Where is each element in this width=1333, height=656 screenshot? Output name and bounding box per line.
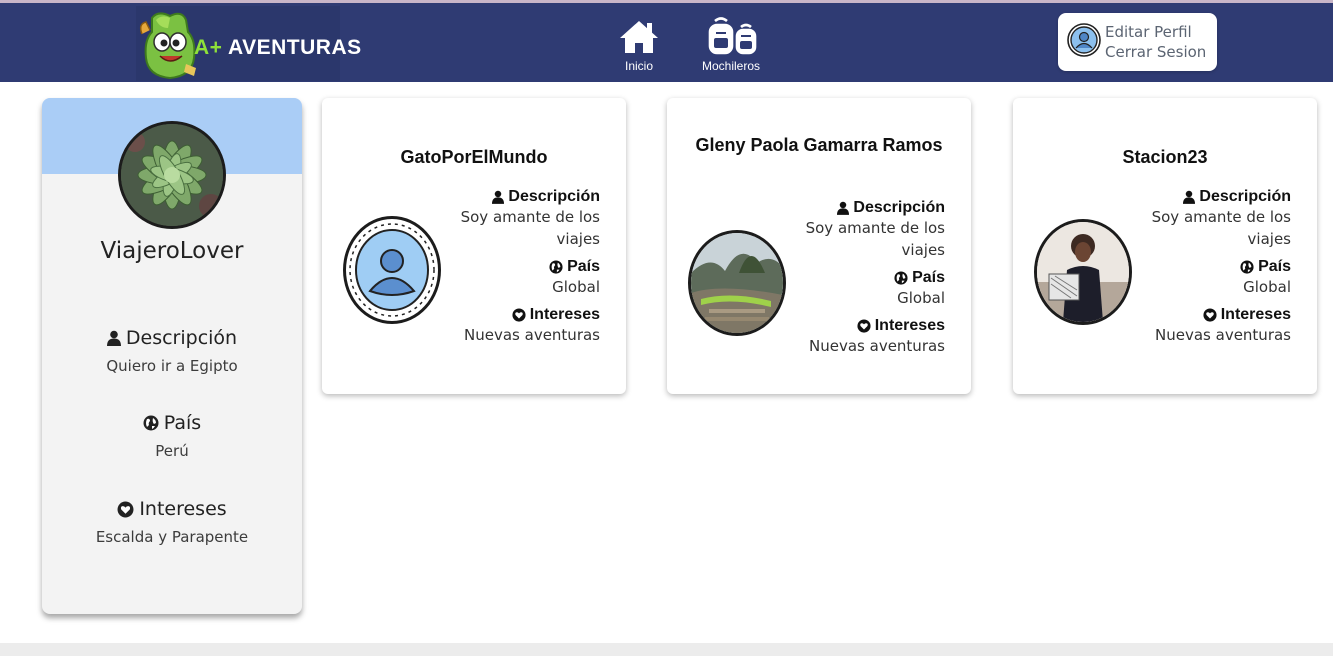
backpacks-icon: [708, 17, 757, 55]
interests-value: Nuevas aventuras: [1155, 326, 1291, 344]
user-icon: [1183, 190, 1196, 204]
logout-link[interactable]: Cerrar Sesion: [1105, 43, 1206, 61]
user-avatar-icon[interactable]: [1067, 23, 1101, 57]
traveler-avatar: [1034, 219, 1132, 325]
description-label: Descripción: [125, 327, 238, 349]
default-user-avatar-icon: [349, 223, 435, 317]
globe-icon: [143, 415, 159, 431]
home-icon: [620, 21, 658, 53]
interests-value: Nuevas aventuras: [809, 337, 945, 355]
description-label: Descripción: [1199, 188, 1291, 205]
user-icon: [106, 330, 121, 346]
country-value: Global: [552, 278, 600, 296]
brand-name: A+ AVENTURAS: [194, 36, 362, 60]
country-value: Global: [897, 289, 945, 307]
heart-circle-icon: [512, 308, 526, 322]
interests-label: Intereses: [1220, 306, 1291, 323]
description-label: Descripción: [853, 199, 945, 216]
interests-label: Intereses: [139, 498, 227, 520]
machu-picchu-photo: [691, 233, 783, 333]
profile-menu: Editar Perfil Cerrar Sesion: [1058, 13, 1217, 71]
current-user-country: País Perú: [42, 412, 302, 460]
current-user-card: ViajeroLover Descripción Quiero ir a Egi…: [42, 98, 302, 614]
traveler-name: GatoPorElMundo: [400, 147, 548, 167]
current-user-avatar: [118, 121, 226, 229]
traveler-info: Descripción Soy amante de los viajes Paí…: [785, 199, 945, 357]
footer-bar: [0, 643, 1333, 656]
nav-mochileros[interactable]: Mochileros: [695, 15, 767, 73]
brand-title: AVENTURAS: [228, 36, 362, 59]
traveler-card[interactable]: Stacion23 Descripción Soy amante de los …: [1013, 98, 1317, 394]
succulent-photo: [121, 124, 223, 226]
navbar: A+ AVENTURAS Inicio Mochileros Editar Pe…: [0, 3, 1333, 82]
brand-logo[interactable]: A+ AVENTURAS: [136, 6, 361, 81]
heart-circle-icon: [1203, 308, 1217, 322]
country-label: País: [163, 412, 202, 434]
nav-mochileros-label: Mochileros: [701, 59, 761, 73]
traveler-photo: [1037, 222, 1129, 322]
country-label: País: [912, 269, 945, 286]
heart-circle-icon: [857, 319, 871, 333]
brand-prefix: A+: [194, 36, 223, 59]
interests-value: Escalda y Parapente: [95, 528, 249, 546]
traveler-card[interactable]: GatoPorElMundo Descripción Soy amante de…: [322, 98, 626, 394]
traveler-info: Descripción Soy amante de los viajes Paí…: [1131, 188, 1291, 346]
description-value: Soy amante de los viajes: [1151, 208, 1291, 248]
globe-icon: [894, 271, 908, 285]
current-user-name: ViajeroLover: [100, 238, 244, 264]
traveler-info: Descripción Soy amante de los viajes Paí…: [440, 188, 600, 346]
traveler-card[interactable]: Gleny Paola Gamarra Ramos Descripción So…: [667, 98, 971, 394]
description-label: Descripción: [508, 188, 600, 205]
description-value: Quiero ir a Egipto: [106, 357, 238, 375]
interests-label: Intereses: [874, 317, 945, 334]
user-icon: [492, 190, 505, 204]
description-value: Soy amante de los viajes: [805, 219, 945, 259]
traveler-avatar: [688, 230, 786, 336]
nav-inicio-label: Inicio: [624, 59, 653, 73]
interests-label: Intereses: [529, 306, 600, 323]
country-label: País: [567, 258, 600, 275]
nav-inicio[interactable]: Inicio: [614, 15, 664, 73]
traveler-name: Gleny Paola Gamarra Ramos: [695, 135, 943, 155]
country-label: País: [1258, 258, 1291, 275]
current-user-description: Descripción Quiero ir a Egipto: [42, 327, 302, 375]
globe-icon: [549, 260, 563, 274]
globe-icon: [1240, 260, 1254, 274]
description-value: Soy amante de los viajes: [460, 208, 600, 248]
heart-circle-icon: [117, 501, 134, 517]
edit-profile-link[interactable]: Editar Perfil: [1105, 23, 1192, 41]
backpack-mascot-icon: [139, 12, 196, 80]
country-value: Global: [1243, 278, 1291, 296]
interests-value: Nuevas aventuras: [464, 326, 600, 344]
traveler-name: Stacion23: [1122, 147, 1208, 167]
traveler-avatar: [343, 216, 441, 324]
current-user-interests: Intereses Escalda y Parapente: [42, 498, 302, 546]
user-icon: [837, 201, 850, 215]
country-value: Perú: [155, 442, 189, 460]
